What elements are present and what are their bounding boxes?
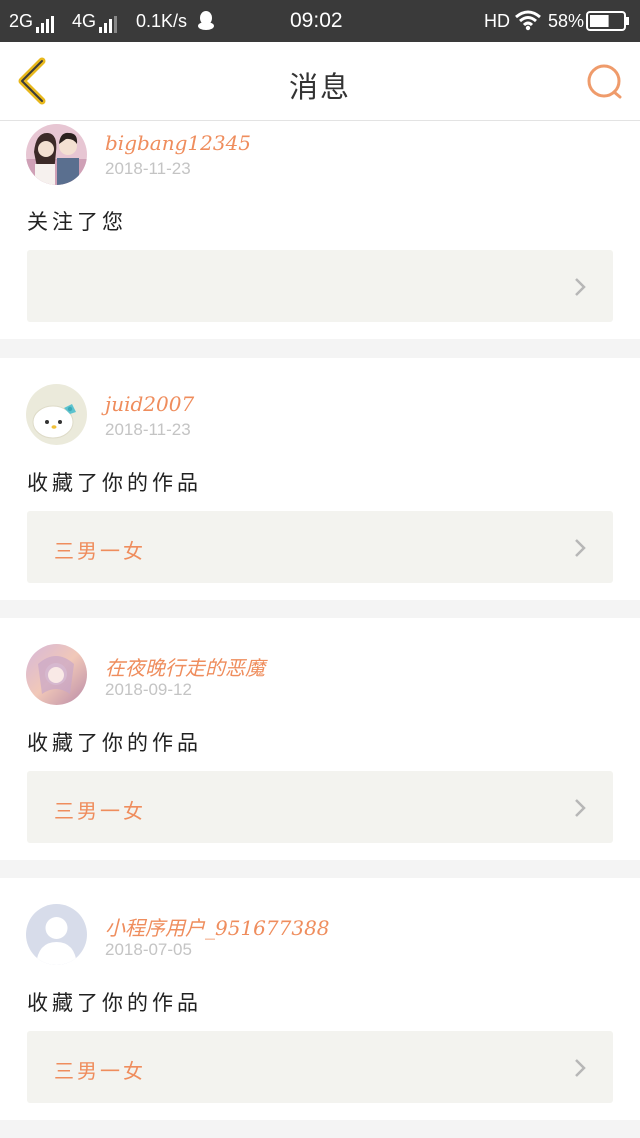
qq-icon — [197, 10, 215, 36]
work-title: 三男一女 — [54, 539, 146, 563]
message-action: 关注了您 — [27, 210, 127, 234]
work-link[interactable]: 三男一女 — [27, 1031, 613, 1103]
header: 消息 — [0, 42, 640, 121]
chevron-right-icon — [575, 539, 586, 557]
avatar[interactable] — [26, 124, 87, 185]
chevron-right-icon — [575, 1059, 586, 1077]
work-link[interactable]: 三男一女 — [27, 771, 613, 843]
work-link[interactable]: 三男一女 — [27, 511, 613, 583]
message-action: 收藏了你的作品 — [27, 731, 202, 755]
message-card: juid2007 2018-11-23 收藏了你的作品 三男一女 — [0, 358, 640, 600]
message-action: 收藏了你的作品 — [27, 471, 202, 495]
signal-2g-label: 2G — [9, 11, 34, 31]
avatar[interactable] — [26, 384, 87, 445]
message-action: 收藏了你的作品 — [27, 991, 202, 1015]
message-card: 在夜晚行走的恶魔 2018-09-12 收藏了你的作品 三男一女 — [0, 618, 640, 860]
battery-icon — [586, 11, 630, 36]
search-icon — [587, 64, 622, 99]
work-title: 三男一女 — [54, 799, 146, 823]
default-avatar-icon — [26, 904, 87, 965]
wifi-icon — [514, 9, 542, 36]
chevron-right-icon — [575, 799, 586, 817]
message-date: 2018-07-05 — [105, 940, 192, 959]
username[interactable]: 小程序用户_951677388 — [105, 912, 330, 941]
signal-bars-icon — [99, 12, 119, 33]
message-card: 小程序用户_951677388 2018-07-05 收藏了你的作品 三男一女 — [0, 878, 640, 1120]
page-title: 消息 — [288, 70, 351, 104]
signal-4g-label: 4G — [72, 11, 97, 31]
username[interactable]: bigbang12345 — [105, 131, 251, 155]
message-date: 2018-09-12 — [105, 680, 192, 699]
battery-percent: 58% — [548, 11, 585, 31]
message-card: bigbang12345 2018-11-23 关注了您 — [0, 121, 640, 339]
clock: 09:02 — [290, 9, 343, 32]
chevron-right-icon — [575, 278, 586, 296]
username[interactable]: juid2007 — [105, 392, 194, 416]
avatar[interactable] — [26, 904, 87, 965]
search-button[interactable] — [584, 61, 626, 103]
message-date: 2018-11-23 — [105, 159, 191, 178]
username[interactable]: 在夜晚行走的恶魔 — [105, 652, 265, 681]
work-link[interactable] — [27, 250, 613, 322]
avatar[interactable] — [26, 644, 87, 705]
hd-label: HD — [484, 11, 510, 31]
status-bar: 2G 4G 0.1K/s 09:02 HD 58% — [0, 0, 640, 42]
work-title: 三男一女 — [54, 1059, 146, 1083]
network-speed: 0.1K/s — [136, 11, 188, 31]
signal-bars-icon — [36, 12, 56, 33]
message-date: 2018-11-23 — [105, 420, 191, 439]
